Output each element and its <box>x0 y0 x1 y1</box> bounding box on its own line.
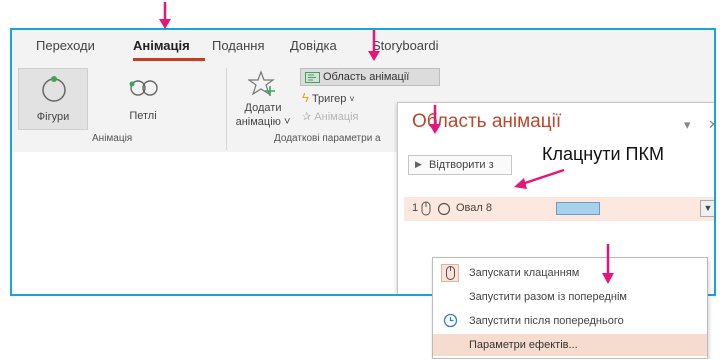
menu-item-label: Запустити після попереднього <box>469 315 624 327</box>
loops-animation-button[interactable]: Петлі <box>108 68 178 130</box>
animation-pane-button[interactable]: Область анімації <box>300 68 440 86</box>
add-animation-label-2: анімацію <box>235 116 281 128</box>
painter-icon: ✰ <box>302 111 312 123</box>
item-dropdown-button[interactable]: ▼ <box>700 200 714 217</box>
chevron-down-icon: ˅ <box>349 94 355 104</box>
mouse-icon <box>421 201 431 216</box>
trigger-label: Тригер <box>311 93 347 105</box>
close-icon[interactable]: ✕ <box>708 117 714 133</box>
lightning-icon: ϟ <box>302 90 309 105</box>
menu-item-label: Параметри ефектів... <box>469 339 578 351</box>
tab-view[interactable]: Подання <box>212 38 265 53</box>
annotation-arrow <box>159 2 171 29</box>
advanced-group-label: Додаткові параметри а <box>274 133 381 144</box>
item-name: Овал 8 <box>456 202 492 214</box>
menu-item-effect-options[interactable]: Параметри ефектів... <box>433 334 707 356</box>
add-animation-button[interactable]: Додати анімацію ˅ <box>234 70 292 132</box>
menu-item-start-on-click[interactable]: Запускати клацанням <box>433 262 707 284</box>
animation-pane-icon <box>305 72 320 83</box>
shapes-icon <box>42 76 66 102</box>
tab-help[interactable]: Довідка <box>290 38 337 53</box>
menu-item-start-after-previous[interactable]: Запустити після попереднього <box>433 310 707 332</box>
instruction-callout: Клацнути ПКМ <box>540 144 666 165</box>
tab-storyboard[interactable]: Storyboardi <box>372 38 438 53</box>
animation-list-item[interactable]: 1 Овал 8 ▼ <box>404 197 714 221</box>
play-from-label: Відтворити з <box>429 159 494 171</box>
add-animation-label: Додати <box>244 102 282 114</box>
pane-options-icon[interactable]: ▾ <box>684 117 691 133</box>
animation-pane-label: Область анімації <box>323 71 410 83</box>
menu-item-label: Запускати клацанням <box>469 267 580 279</box>
animation-painter-button[interactable]: ✰ Анімація <box>302 110 394 126</box>
timing-bar <box>556 202 600 215</box>
click-icon-frame <box>441 264 459 282</box>
active-tab-indicator <box>133 58 205 61</box>
menu-item-label: Запустити разом із попереднім <box>469 291 627 303</box>
context-menu: Запускати клацанням Запустити разом із п… <box>432 257 708 359</box>
loops-icon <box>129 80 158 96</box>
animation-painter-label: Анімація <box>314 111 359 123</box>
play-from-button[interactable]: ▶ Відтворити з <box>408 155 512 175</box>
add-animation-icon <box>248 70 275 96</box>
tab-transitions[interactable]: Переходи <box>36 38 95 53</box>
annotation-arrow <box>368 30 380 61</box>
clock-icon <box>443 313 458 328</box>
shapes-label: Фігури <box>36 111 70 123</box>
mouse-icon <box>446 266 455 280</box>
chevron-down-icon: ▼ <box>703 203 713 213</box>
menu-item-start-with-previous[interactable]: Запустити разом із попереднім <box>433 286 707 308</box>
annotation-arrow <box>429 105 441 134</box>
loops-label: Петлі <box>129 110 157 122</box>
oval-shape-icon <box>437 202 451 216</box>
group-divider <box>226 68 227 150</box>
animation-group-label: Анімація <box>92 133 133 144</box>
tab-animations[interactable]: Анімація <box>133 38 190 53</box>
trigger-button[interactable]: ϟ Тригер ˅ <box>302 90 394 106</box>
play-icon: ▶ <box>415 159 422 169</box>
chevron-down-icon: ˅ <box>280 116 291 128</box>
shapes-animation-button[interactable]: Фігури <box>18 68 88 130</box>
item-number: 1 <box>412 202 419 214</box>
annotation-arrow <box>514 168 565 189</box>
annotation-arrow <box>602 244 614 284</box>
